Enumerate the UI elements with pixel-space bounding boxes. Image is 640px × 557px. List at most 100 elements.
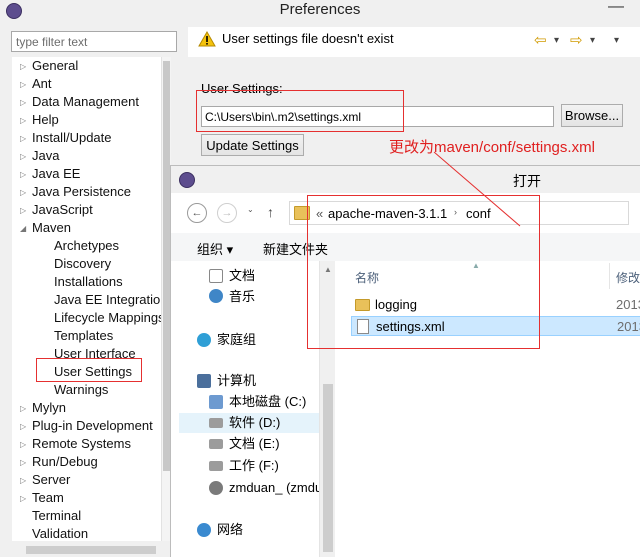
nav-scroll-thumb[interactable] (323, 384, 333, 552)
collapsed-arrow-icon[interactable]: ▷ (20, 472, 32, 490)
document-icon (209, 269, 223, 283)
collapsed-arrow-icon[interactable]: ▷ (20, 400, 32, 418)
nav-item-documents[interactable]: 文档 (229, 266, 255, 286)
collapsed-arrow-icon[interactable]: ▷ (20, 436, 32, 454)
tree-item-java-ee[interactable]: ▷ Java EE (20, 165, 80, 183)
browse-button[interactable]: Browse... (561, 104, 623, 127)
nav-item-drive-f[interactable]: 工作 (F:) (229, 456, 279, 476)
tree-item-label: Install/Update (32, 130, 112, 145)
collapsed-arrow-icon[interactable]: ▷ (20, 490, 32, 508)
back-dropdown-icon[interactable]: ▾ (554, 35, 559, 46)
back-button[interactable]: ← (187, 203, 207, 223)
nav-item-music[interactable]: 音乐 (229, 287, 255, 307)
minimize-button[interactable]: — (598, 0, 634, 18)
update-settings-button[interactable]: Update Settings (201, 134, 304, 156)
nav-item-drive-c[interactable]: 本地磁盘 (C:) (229, 392, 306, 412)
tree-item-label: Validation (32, 526, 89, 541)
collapsed-arrow-icon[interactable]: ▷ (20, 202, 32, 220)
annotation-text: 更改为maven/conf/settings.xml (389, 139, 595, 156)
dialog-titlebar: 打开 (171, 166, 640, 193)
tree-item-java-ee-integration[interactable]: Java EE Integration (54, 291, 162, 309)
collapsed-arrow-icon[interactable]: ▷ (20, 166, 32, 184)
forward-dropdown-icon[interactable]: ▾ (590, 35, 595, 46)
tree-item-javascript[interactable]: ▷ JavaScript (20, 201, 93, 219)
collapsed-arrow-icon[interactable]: ▷ (20, 58, 32, 76)
collapsed-arrow-icon[interactable]: ▷ (20, 454, 32, 472)
computer-icon (197, 374, 211, 388)
window-title: Preferences (279, 1, 361, 18)
up-arrow-icon[interactable]: ↑ (267, 204, 274, 220)
warning-message: User settings file doesn't exist (222, 31, 394, 46)
tree-item-label: Java (32, 148, 60, 163)
collapsed-arrow-icon[interactable]: ▷ (20, 184, 32, 202)
tree-item-java[interactable]: ▷ Java (20, 147, 59, 165)
tree-item-label: Remote Systems (32, 436, 131, 451)
nav-item-homegroup[interactable]: 家庭组 (217, 330, 256, 350)
organize-button[interactable]: 组织 ▾ (197, 239, 233, 258)
filter-input[interactable] (11, 31, 177, 52)
tree-item-mylyn[interactable]: ▷ Mylyn (20, 399, 66, 417)
nav-item-drive-e[interactable]: 文档 (E:) (229, 434, 280, 454)
tree-item-label: Lifecycle Mappings (54, 310, 162, 325)
collapsed-arrow-icon[interactable]: ▷ (20, 418, 32, 436)
view-menu-icon[interactable]: ▾ (614, 35, 619, 46)
collapsed-arrow-icon[interactable]: ▷ (20, 76, 32, 94)
forward-button[interactable]: → (217, 203, 237, 223)
collapsed-arrow-icon[interactable]: ▷ (20, 148, 32, 166)
tree-item-java-persistence[interactable]: ▷ Java Persistence (20, 183, 131, 201)
tree-item-label: Installations (54, 274, 123, 289)
tree-item-warnings[interactable]: Warnings (54, 381, 108, 399)
tree-item-label: Plug-in Development (32, 418, 153, 433)
column-header-modified[interactable]: 修改 (616, 269, 640, 286)
drive-c-icon (209, 395, 223, 409)
tree-item-install-update[interactable]: ▷ Install/Update (20, 129, 112, 147)
tree-item-archetypes[interactable]: Archetypes (54, 237, 119, 255)
preferences-titlebar: Preferences — (0, 0, 640, 22)
nav-item-user[interactable]: zmduan_ (zmdu (229, 478, 322, 498)
tree-item-data-management[interactable]: ▷ Data Management (20, 93, 139, 111)
tree-item-label: General (32, 58, 79, 73)
tree-item-label: Data Management (32, 94, 139, 109)
column-separator[interactable] (609, 263, 610, 289)
tree-item-plug-in-development[interactable]: ▷ Plug-in Development (20, 417, 153, 435)
collapsed-arrow-icon[interactable]: ▷ (20, 130, 32, 148)
recent-dropdown-icon[interactable]: ⌄ (247, 205, 254, 214)
nav-item-network[interactable]: 网络 (217, 520, 243, 540)
eclipse-app-icon (179, 172, 195, 188)
tree-item-validation[interactable]: Validation (20, 525, 88, 541)
tree-item-label: Java Persistence (32, 184, 131, 199)
tree-item-team[interactable]: ▷ Team (20, 489, 64, 507)
expanded-arrow-icon[interactable]: ◢ (20, 220, 32, 238)
tree-item-general[interactable]: ▷ General (20, 57, 78, 75)
tree-item-discovery[interactable]: Discovery (54, 255, 111, 273)
tree-item-ant[interactable]: ▷ Ant (20, 75, 52, 93)
tree-item-run-debug[interactable]: ▷ Run/Debug (20, 453, 98, 471)
highlight-user-settings-field (196, 90, 404, 132)
tree-item-label: Ant (32, 76, 52, 91)
tree-item-label: Discovery (54, 256, 112, 271)
tree-item-maven[interactable]: ◢ Maven (20, 219, 71, 237)
tree-item-lifecycle-mappings[interactable]: Lifecycle Mappings (54, 309, 162, 327)
tree-item-terminal[interactable]: Terminal (20, 507, 81, 525)
tree-hscroll-thumb[interactable] (26, 546, 156, 554)
tree-hscrollbar[interactable] (12, 543, 170, 557)
dialog-title: 打开 (513, 173, 541, 189)
tree-item-label: Terminal (32, 508, 82, 523)
tree-item-help[interactable]: ▷ Help (20, 111, 59, 129)
forward-arrow-icon[interactable]: ⇨ (570, 31, 583, 49)
tree-item-label: Server (32, 472, 71, 487)
tree-scroll-thumb[interactable] (163, 61, 170, 471)
nav-item-computer[interactable]: 计算机 (217, 371, 256, 391)
tree-item-templates[interactable]: Templates (54, 327, 113, 345)
back-arrow-icon[interactable]: ⇦ (534, 31, 547, 49)
collapsed-arrow-icon[interactable]: ▷ (20, 112, 32, 130)
tree-item-label: Mylyn (32, 400, 66, 415)
tree-item-remote-systems[interactable]: ▷ Remote Systems (20, 435, 131, 453)
nav-item-drive-d[interactable]: 软件 (D:) (179, 413, 321, 433)
tree-item-label: Maven (32, 220, 72, 235)
collapsed-arrow-icon[interactable]: ▷ (20, 94, 32, 112)
tree-item-installations[interactable]: Installations (54, 273, 123, 291)
tree-item-label: Team (32, 490, 64, 505)
tree-item-server[interactable]: ▷ Server (20, 471, 70, 489)
tree-item-label: Java EE (32, 166, 81, 181)
